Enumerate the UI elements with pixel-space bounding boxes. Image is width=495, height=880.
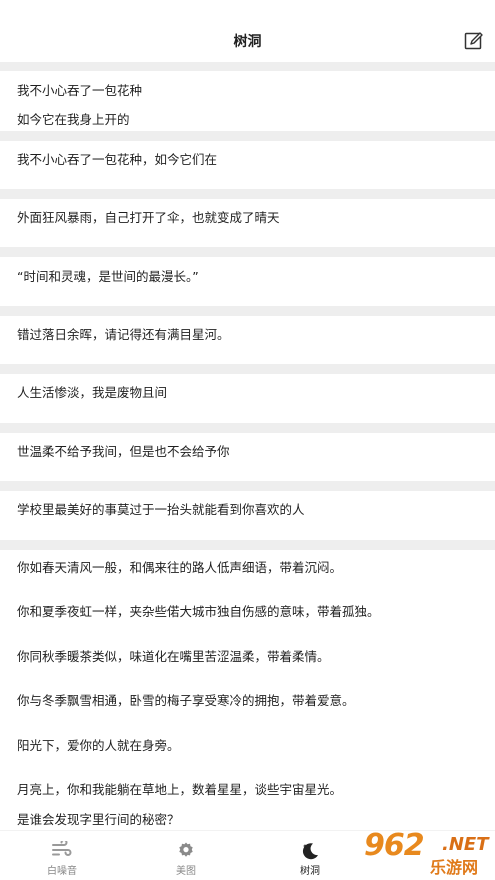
tab-white-noise[interactable]: 白噪音 — [0, 831, 124, 880]
post-text: 你与冬季飘雪相通，卧雪的梅子享受寒冷的拥抱，带着爱意。 — [17, 693, 355, 708]
divider — [0, 540, 495, 550]
post-text: 学校里最美好的事莫过于一抬头就能看到你喜欢的人 — [17, 502, 305, 517]
tab-label: 美图 — [176, 866, 196, 877]
divider — [0, 189, 495, 199]
edit-icon[interactable] — [464, 31, 484, 51]
post-text: 世温柔不给予我间，但是也不会给予你 — [17, 444, 230, 459]
watermark-number: 962 — [364, 828, 425, 863]
post-text: 我不小心吞了一包花种，如今它们在 — [17, 152, 218, 167]
tab-tree-hole[interactable]: 树洞 — [248, 831, 372, 880]
gear-icon — [179, 842, 193, 857]
divider — [0, 306, 495, 316]
post-text: “时间和灵魂，是世间的最漫长。” — [17, 269, 199, 284]
page-title: 树洞 — [233, 34, 262, 50]
divider — [0, 62, 495, 71]
post-card[interactable]: 人生活惨淡，我是废物且间 — [0, 374, 495, 423]
post-text: 是谁会发现字里行间的秘密？ — [17, 812, 180, 827]
post-text: 外面狂风暴雨，自己打开了伞，也就变成了晴天 — [17, 210, 280, 225]
post-card[interactable]: 学校里最美好的事莫过于一抬头就能看到你喜欢的人 — [0, 491, 495, 540]
watermark-name: 乐游网 — [430, 858, 479, 877]
divider — [0, 423, 495, 433]
post-text: 你和夏季夜虹一样，夹杂些偌大城市独自伤感的意味，带着孤独。 — [17, 604, 380, 619]
divider — [0, 247, 495, 257]
moon-icon — [302, 843, 318, 860]
post-text: 你同秋季暖茶类似，味道化在嘴里苦涩温柔，带着柔情。 — [17, 649, 330, 664]
watermark-logo: 962 .NET 乐游网 — [358, 828, 495, 880]
post-card[interactable]: 外面狂风暴雨，自己打开了伞，也就变成了晴天 — [0, 199, 495, 247]
divider — [0, 131, 495, 141]
post-card[interactable]: “时间和灵魂，是世间的最漫长。” — [0, 257, 495, 306]
post-text: 错过落日余晖，请记得还有满目星河。 — [17, 327, 230, 342]
post-text: 人生活惨淡，我是废物且间 — [17, 385, 168, 400]
tab-gallery[interactable]: 美图 — [124, 831, 248, 880]
post-card[interactable]: 错过落日余晖，请记得还有满目星河。 — [0, 316, 495, 364]
post-text: 月亮上，你和我能躺在草地上，数着星星，谈些宇宙星光。 — [17, 782, 343, 797]
post-text: 我不小心吞了一包花种 — [17, 83, 143, 98]
divider — [0, 481, 495, 491]
post-card[interactable]: 我不小心吞了一包花种 如今它在我身上开的 — [0, 71, 495, 131]
post-card[interactable]: 你如春天清风一般，和偶来往的路人低声细语，带着沉闷。 你和夏季夜虹一样，夹杂些偌… — [0, 550, 495, 830]
tab-label: 树洞 — [300, 866, 320, 877]
post-text: 如今它在我身上开的 — [17, 112, 130, 127]
post-card[interactable]: 世温柔不给予我间，但是也不会给予你 — [0, 433, 495, 481]
app-header: 树洞 — [0, 0, 495, 62]
wind-icon — [52, 841, 72, 856]
post-text: 阳光下，爱你的人就在身旁。 — [17, 738, 180, 753]
divider — [0, 364, 495, 374]
post-card[interactable]: 我不小心吞了一包花种，如今它们在 — [0, 141, 495, 189]
tab-label: 白噪音 — [47, 866, 77, 877]
watermark-suffix: .NET — [442, 834, 489, 855]
post-text: 你如春天清风一般，和偶来往的路人低声细语，带着沉闷。 — [17, 560, 343, 575]
